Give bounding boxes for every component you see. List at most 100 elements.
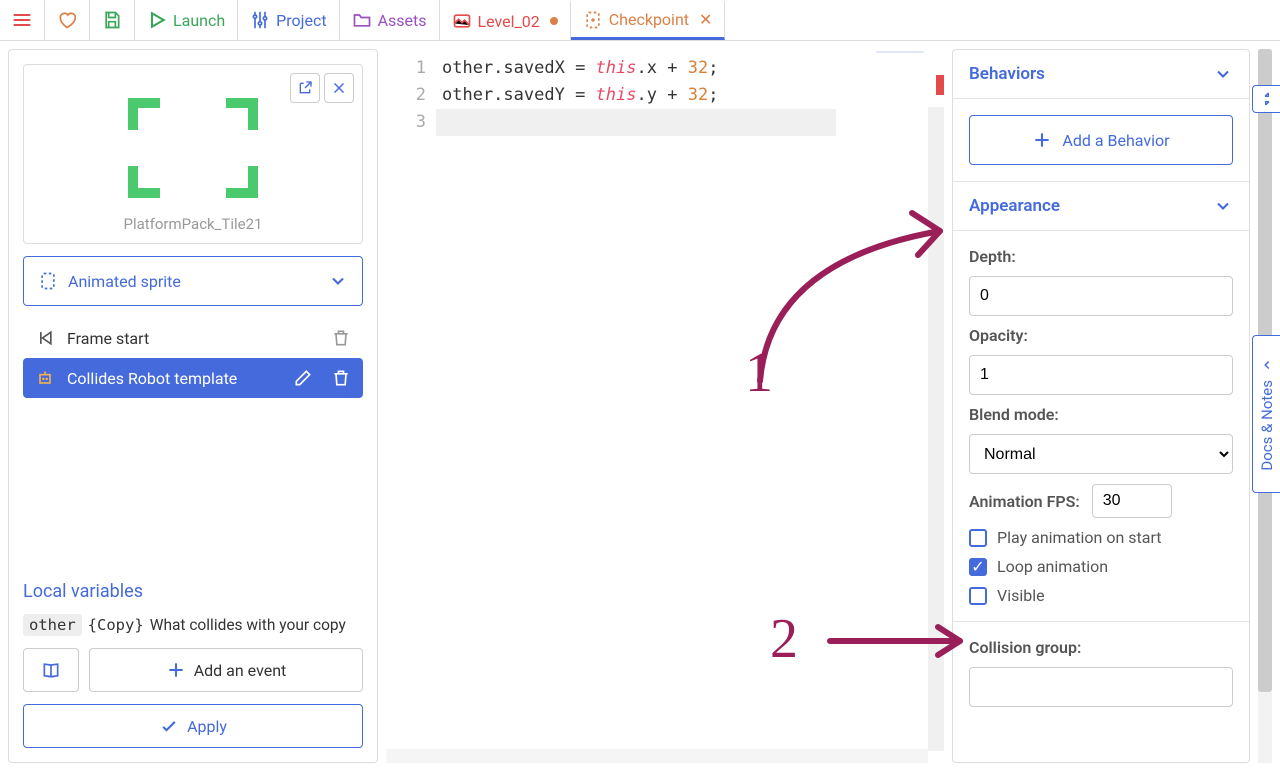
play-on-start-label: Play animation on start bbox=[997, 528, 1162, 547]
tab-level-label: Level_02 bbox=[478, 12, 540, 31]
var-copy-type: Copy bbox=[97, 616, 134, 634]
launch-button[interactable]: Launch bbox=[135, 0, 238, 40]
tab-level[interactable]: Level_02 bbox=[440, 0, 571, 40]
right-panel: Behaviors Add a Behavior Appearance Dept… bbox=[952, 49, 1250, 763]
project-label: Project bbox=[276, 11, 326, 30]
tab-checkpoint-label: Checkpoint bbox=[609, 10, 689, 29]
external-link-icon bbox=[297, 80, 313, 96]
clear-preview-button[interactable] bbox=[324, 73, 354, 103]
behaviors-title: Behaviors bbox=[969, 64, 1045, 84]
sliders-icon bbox=[250, 10, 270, 30]
line-number: 3 bbox=[386, 109, 426, 136]
code-editor[interactable]: 1 2 3 other.savedX = this.x + 32; other.… bbox=[386, 49, 944, 763]
close-icon bbox=[332, 81, 346, 95]
robot-icon bbox=[35, 368, 55, 388]
checkbox-checked-icon[interactable]: ✓ bbox=[969, 558, 987, 576]
loop-animation-label: Loop animation bbox=[997, 557, 1108, 576]
opacity-input[interactable] bbox=[969, 355, 1233, 395]
minimap[interactable] bbox=[876, 51, 924, 71]
opacity-label: Opacity: bbox=[969, 326, 1233, 345]
assets-label: Assets bbox=[378, 11, 427, 30]
left-panel: PlatformPack_Tile21 Animated sprite Fram… bbox=[8, 49, 378, 763]
add-event-label: Add an event bbox=[194, 661, 287, 680]
event-label: Collides Robot template bbox=[67, 369, 237, 388]
horizontal-scrollbar[interactable] bbox=[386, 749, 928, 763]
assets-button[interactable]: Assets bbox=[340, 0, 440, 40]
fps-label: Animation FPS: bbox=[969, 492, 1080, 511]
close-icon[interactable]: ✕ bbox=[699, 10, 712, 29]
hamburger-icon bbox=[12, 10, 32, 30]
tab-checkpoint[interactable]: Checkpoint ✕ bbox=[571, 0, 726, 40]
docs-notes-label: Docs & Notes bbox=[1258, 380, 1276, 471]
visible-row[interactable]: Visible bbox=[969, 586, 1233, 605]
line-gutter: 1 2 3 bbox=[386, 55, 436, 757]
docs-notes-tab[interactable]: Docs & Notes bbox=[1252, 335, 1280, 493]
apply-label: Apply bbox=[187, 717, 227, 736]
apply-button[interactable]: Apply bbox=[23, 704, 363, 748]
depth-input[interactable] bbox=[969, 276, 1233, 316]
fps-input[interactable] bbox=[1092, 484, 1172, 518]
local-variable-row: other {Copy} What collides with your cop… bbox=[23, 614, 363, 636]
room-icon bbox=[452, 11, 472, 31]
toolbar: Launch Project Assets Level_02 Checkpoin… bbox=[0, 0, 1280, 41]
depth-label: Depth: bbox=[969, 247, 1233, 266]
save-button[interactable] bbox=[90, 0, 135, 40]
chevron-left-icon bbox=[1260, 358, 1274, 372]
appearance-header[interactable]: Appearance bbox=[953, 182, 1249, 231]
collapse-icon bbox=[1259, 91, 1275, 107]
base-class-dropdown[interactable]: Animated sprite bbox=[23, 256, 363, 306]
event-label: Frame start bbox=[67, 329, 149, 348]
skip-back-icon bbox=[35, 328, 55, 348]
behaviors-header[interactable]: Behaviors bbox=[953, 50, 1249, 99]
appearance-title: Appearance bbox=[969, 196, 1060, 216]
add-behavior-label: Add a Behavior bbox=[1062, 131, 1169, 150]
heart-icon bbox=[57, 10, 77, 30]
collision-label: Collision group: bbox=[969, 638, 1233, 657]
plus-icon bbox=[166, 660, 186, 680]
chevron-down-icon bbox=[1213, 64, 1233, 84]
code-body[interactable]: other.savedX = this.x + 32; other.savedY… bbox=[436, 55, 944, 757]
plus-icon bbox=[1032, 130, 1052, 150]
save-icon bbox=[102, 10, 122, 30]
favorite-button[interactable] bbox=[45, 0, 90, 40]
edit-icon[interactable] bbox=[293, 368, 313, 388]
sprite-icon bbox=[38, 271, 58, 291]
add-event-button[interactable]: Add an event bbox=[89, 648, 363, 692]
base-class-label: Animated sprite bbox=[68, 272, 181, 291]
preview-name: PlatformPack_Tile21 bbox=[123, 215, 262, 233]
trash-icon[interactable] bbox=[331, 328, 351, 348]
docs-button[interactable] bbox=[23, 648, 79, 692]
event-frame-start[interactable]: Frame start bbox=[23, 318, 363, 358]
visible-label: Visible bbox=[997, 586, 1045, 605]
checkbox-unchecked-icon[interactable] bbox=[969, 587, 987, 605]
var-desc: What collides with your copy bbox=[150, 616, 346, 634]
menu-button[interactable] bbox=[0, 0, 45, 40]
folder-icon bbox=[352, 10, 372, 30]
line-number: 2 bbox=[386, 82, 426, 109]
add-behavior-button[interactable]: Add a Behavior bbox=[969, 115, 1233, 165]
checkbox-unchecked-icon[interactable] bbox=[969, 529, 987, 547]
collapse-panel-button[interactable] bbox=[1252, 85, 1280, 113]
template-icon bbox=[583, 10, 603, 30]
blend-label: Blend mode: bbox=[969, 405, 1233, 424]
unsaved-dot-icon bbox=[550, 17, 558, 25]
bracket-sprite-icon bbox=[128, 98, 258, 198]
vertical-scrollbar[interactable] bbox=[928, 107, 944, 751]
play-icon bbox=[147, 10, 167, 30]
book-icon bbox=[41, 660, 61, 680]
line-number: 1 bbox=[386, 55, 426, 82]
blend-mode-select[interactable]: Normal bbox=[969, 434, 1233, 474]
check-icon bbox=[159, 716, 179, 736]
var-other: other bbox=[23, 614, 82, 636]
event-collides-robot[interactable]: Collides Robot template bbox=[23, 358, 363, 398]
play-on-start-row[interactable]: Play animation on start bbox=[969, 528, 1233, 547]
collision-group-input[interactable] bbox=[969, 667, 1233, 707]
local-variables-title: Local variables bbox=[23, 581, 363, 602]
trash-icon[interactable] bbox=[331, 368, 351, 388]
launch-label: Launch bbox=[173, 11, 225, 30]
texture-preview: PlatformPack_Tile21 bbox=[23, 64, 363, 244]
chevron-down-icon bbox=[1213, 196, 1233, 216]
open-preview-button[interactable] bbox=[290, 73, 320, 103]
loop-animation-row[interactable]: ✓ Loop animation bbox=[969, 557, 1233, 576]
project-button[interactable]: Project bbox=[238, 0, 339, 40]
